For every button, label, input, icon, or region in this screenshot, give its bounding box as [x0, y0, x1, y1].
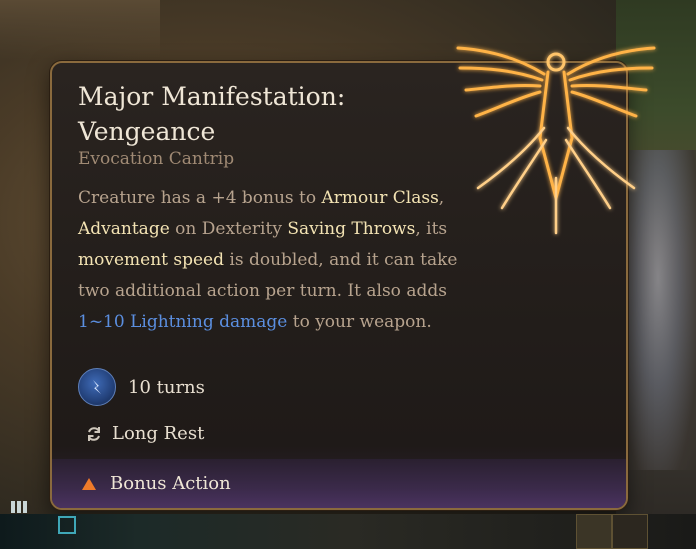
action-cost-label: Bonus Action: [110, 473, 231, 494]
background-rubble: [0, 0, 160, 60]
character-portrait-icon[interactable]: [576, 514, 612, 549]
party-grid-icon[interactable]: [10, 500, 28, 514]
description-text: Creature has a +4 bonus to: [78, 188, 322, 208]
keyword-text: Armour Class: [321, 188, 439, 208]
spell-description: Creature has a +4 bonus to Armour Class,…: [78, 183, 458, 338]
keyword-text: movement speed: [78, 250, 224, 270]
keyword-text: Saving Throws: [287, 219, 416, 239]
description-text: , its: [415, 219, 448, 239]
action-cost-bar: Bonus Action: [52, 459, 626, 508]
spell-title-line-2: Vengeance: [78, 117, 216, 146]
keyword-text: Advantage: [78, 219, 170, 239]
spell-icon[interactable]: [612, 514, 648, 549]
spell-title: Major Manifestation: Vengeance: [78, 79, 438, 149]
damage-text: 1~10 Lightning damage: [78, 312, 288, 332]
description-text: on Dexterity: [169, 219, 288, 239]
lightning-duration-icon: [78, 368, 116, 406]
spell-subtitle: Evocation Cantrip: [78, 149, 235, 169]
duration-row: 10 turns: [78, 368, 205, 406]
description-text: ,: [438, 188, 445, 208]
recharge-row: Long Rest: [78, 423, 204, 444]
spell-title-line-1: Major Manifestation:: [78, 82, 346, 111]
selected-slot-icon[interactable]: [58, 516, 76, 534]
duration-label: 10 turns: [128, 376, 205, 398]
bonus-action-triangle-icon: [82, 477, 96, 490]
winged-spirit-emblem-icon: [456, 46, 656, 235]
recharge-cycle-icon: [84, 424, 104, 444]
description-text: to your weapon.: [287, 312, 432, 332]
recharge-label: Long Rest: [112, 423, 205, 444]
